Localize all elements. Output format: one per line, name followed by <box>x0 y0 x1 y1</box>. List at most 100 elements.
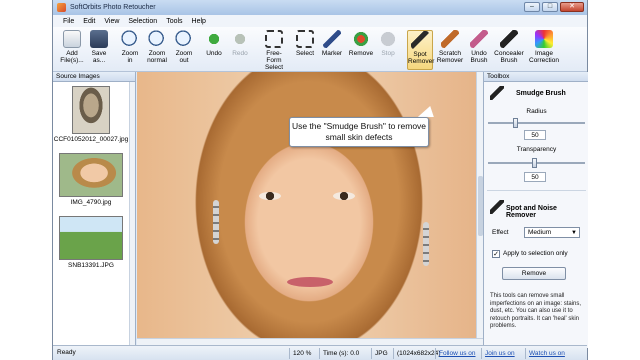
spot-remover-description: This tools can remove small imperfection… <box>490 293 582 329</box>
select-button[interactable]: Select <box>292 30 318 70</box>
thumbnail-item[interactable]: IMG_4790.jpg <box>53 153 129 206</box>
redo-icon <box>231 30 249 48</box>
effect-select[interactable]: Medium ▼ <box>524 227 580 238</box>
thumbnail-image <box>59 153 123 197</box>
tip-callout: Use the "Smudge Brush" to remove small s… <box>289 117 429 147</box>
effect-select-value: Medium <box>528 229 552 236</box>
menu-view[interactable]: View <box>104 18 119 25</box>
zoom-out-icon <box>175 30 193 48</box>
undo-button[interactable]: Undo <box>201 30 227 70</box>
watch-us-link[interactable]: Watch us on <box>525 348 565 359</box>
app-logo-icon <box>57 3 66 12</box>
stop-button[interactable]: Stop <box>375 30 401 70</box>
status-ready: Ready <box>57 349 76 356</box>
spot-remover-icon <box>411 31 429 49</box>
status-zoom: 120 % <box>289 348 311 359</box>
toolbox-header: Toolbox <box>484 72 588 82</box>
title-bar: SoftOrbits Photo Retoucher – □ ✕ <box>53 0 587 15</box>
spot-remove-button[interactable]: Remove <box>502 267 566 280</box>
radius-slider-thumb[interactable] <box>513 118 518 128</box>
radius-slider-track[interactable] <box>488 122 585 124</box>
close-button[interactable]: ✕ <box>560 2 584 12</box>
status-time: Time (s): 0.0 <box>319 348 359 359</box>
spot-remover-button[interactable]: Spot Remover <box>407 30 434 70</box>
maximize-button[interactable]: □ <box>542 2 558 12</box>
smudge-brush-icon <box>490 86 504 100</box>
zoom-in-icon <box>121 30 139 48</box>
save-as-button[interactable]: Save as... <box>86 30 112 70</box>
save-icon <box>90 30 108 48</box>
zoom-normal-icon <box>148 30 166 48</box>
toolbox-panel: Toolbox Smudge Brush Radius 50 Transpare… <box>483 72 588 348</box>
toolbar: Add File(s)... Save as... Zoom in Zoom n… <box>53 27 587 72</box>
add-files-button[interactable]: Add File(s)... <box>59 30 85 70</box>
stop-icon <box>379 30 397 48</box>
thumbnail-filename: CCF01052012_00027.jpg <box>53 136 129 143</box>
undo-brush-icon <box>470 30 488 48</box>
effect-label: Effect <box>492 229 509 236</box>
scratch-remover-icon <box>441 30 459 48</box>
photo-eye-right <box>333 192 355 200</box>
photo-mouth <box>287 277 333 287</box>
canvas-vertical-scrollbar[interactable] <box>476 72 483 338</box>
add-files-icon <box>63 30 81 48</box>
source-images-panel: Source Images CCF01052012_00027.jpg IMG_… <box>53 72 136 348</box>
follow-us-link[interactable]: Follow us on <box>435 348 476 359</box>
menu-help[interactable]: Help <box>192 18 206 25</box>
thumbnail-image <box>59 216 123 260</box>
transparency-slider-thumb[interactable] <box>532 158 537 168</box>
window-title: SoftOrbits Photo Retoucher <box>70 4 156 11</box>
thumbnail-filename: SNB13391.JPG <box>68 262 114 269</box>
canvas-horizontal-scrollbar[interactable] <box>137 338 483 345</box>
smudge-brush-title: Smudge Brush <box>516 90 566 97</box>
concealer-brush-button[interactable]: Concealer Brush <box>493 30 525 70</box>
menu-edit[interactable]: Edit <box>83 18 95 25</box>
concealer-brush-icon <box>500 30 518 48</box>
status-format: JPG <box>371 348 388 359</box>
redo-button[interactable]: Redo <box>227 30 253 70</box>
marker-button[interactable]: Marker <box>319 30 345 70</box>
undo-icon <box>205 30 223 48</box>
transparency-label: Transparency <box>516 146 557 153</box>
menu-selection[interactable]: Selection <box>128 18 157 25</box>
app-window: SoftOrbits Photo Retoucher – □ ✕ File Ed… <box>52 0 588 360</box>
thumbnail-image <box>72 86 110 134</box>
free-form-select-button[interactable]: Free-Form Select <box>259 30 289 71</box>
select-icon <box>296 30 314 48</box>
thumbnail-filename: IMG_4790.jpg <box>70 199 112 206</box>
zoom-normal-button[interactable]: Zoom normal <box>144 30 170 70</box>
menu-file[interactable]: File <box>63 18 74 25</box>
apply-to-selection-checkbox[interactable]: ✓ <box>492 250 500 258</box>
apply-to-selection-label: Apply to selection only <box>503 250 568 257</box>
marker-icon <box>323 30 341 48</box>
image-correction-button[interactable]: Image Correction <box>527 30 561 70</box>
spot-noise-remover-title: Spot and Noise Remover <box>506 205 557 219</box>
zoom-in-button[interactable]: Zoom in <box>117 30 143 70</box>
source-images-scrollbar[interactable] <box>129 82 135 348</box>
thumbnail-item[interactable]: SNB13391.JPG <box>53 216 129 269</box>
status-bar: Ready 120 % Time (s): 0.0 JPG (1024x682x… <box>53 345 587 360</box>
radius-value[interactable]: 50 <box>524 130 546 140</box>
menu-bar: File Edit View Selection Tools Help <box>53 15 587 27</box>
source-images-header: Source Images <box>53 72 135 82</box>
undo-brush-button[interactable]: Undo Brush <box>466 30 492 70</box>
chevron-down-icon: ▼ <box>571 230 577 236</box>
zoom-out-button[interactable]: Zoom out <box>171 30 197 70</box>
photo-eye-left <box>259 192 281 200</box>
status-image-size: (1024x682x24) <box>393 348 440 359</box>
spot-noise-remover-icon <box>490 200 504 214</box>
thumbnail-item[interactable]: CCF01052012_00027.jpg <box>53 86 129 143</box>
scratch-remover-button[interactable]: Scratch Remover <box>436 30 464 70</box>
menu-tools[interactable]: Tools <box>166 18 182 25</box>
remove-icon <box>352 30 370 48</box>
minimize-button[interactable]: – <box>524 2 540 12</box>
remove-button[interactable]: Remove <box>348 30 374 70</box>
window-controls: – □ ✕ <box>524 2 584 12</box>
radius-label: Radius <box>526 108 547 115</box>
image-correction-icon <box>535 30 553 48</box>
photo-earring-left <box>213 200 219 244</box>
join-us-link[interactable]: Join us on <box>481 348 515 359</box>
toolbox-divider <box>487 190 586 191</box>
photo-earring-right <box>423 222 429 266</box>
transparency-value[interactable]: 50 <box>524 172 546 182</box>
